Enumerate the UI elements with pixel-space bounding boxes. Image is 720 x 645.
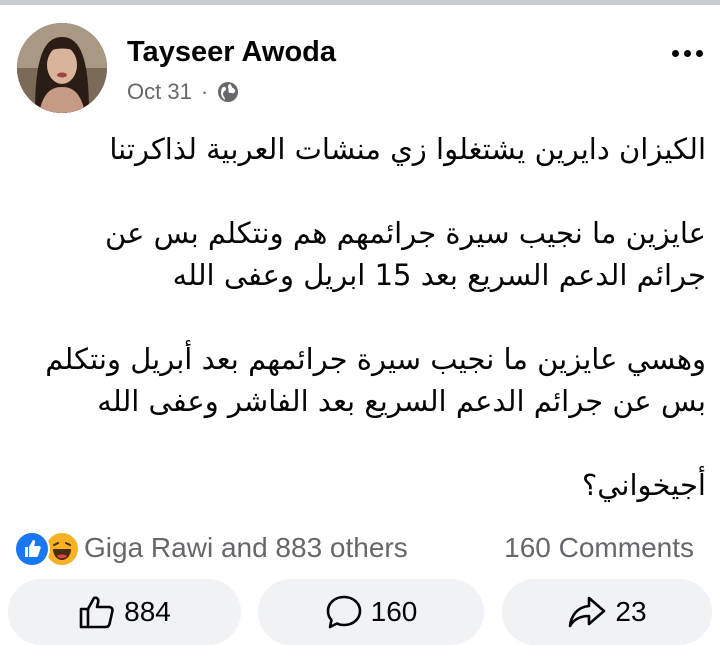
- globe-icon: [217, 81, 239, 103]
- reaction-summary-text: Giga Rawi and 883 others: [84, 532, 408, 563]
- like-button[interactable]: 884: [8, 579, 241, 645]
- post-options-button[interactable]: [662, 40, 712, 66]
- post-line: جرائم الدعم السريع بعد 15 ابريل وعفى الل…: [172, 258, 706, 292]
- more-dot: [683, 49, 691, 57]
- avatar-image: [17, 23, 107, 113]
- share-count: 23: [615, 596, 647, 627]
- author-avatar[interactable]: [17, 23, 107, 113]
- author-name[interactable]: Tayseer Awoda: [127, 36, 336, 69]
- more-dot: [695, 49, 703, 57]
- like-count: 884: [124, 596, 171, 627]
- top-divider: [0, 0, 720, 5]
- post-line: بس عن جرائم الدعم السريع بعد الفاشر وعفى…: [97, 384, 706, 418]
- post-date[interactable]: Oct 31: [127, 79, 192, 105]
- post-line: أجيخواني؟: [581, 468, 706, 502]
- comment-button[interactable]: 160: [258, 579, 484, 645]
- like-reaction-icon: [14, 531, 50, 567]
- more-dot: [671, 49, 679, 57]
- reaction-summary[interactable]: Giga Rawi and 883 others: [14, 530, 408, 567]
- thumbs-up-icon: [78, 594, 116, 630]
- post-line: الكيزان دايرين يشتغلوا زي منشات العربية …: [109, 132, 706, 166]
- share-arrow-icon: [567, 594, 607, 630]
- post-line: عايزين ما نجيب سيرة جرائمهم هم ونتكلم بس…: [105, 216, 706, 250]
- post-body: الكيزان دايرين يشتغلوا زي منشات العربية …: [6, 128, 706, 506]
- post-meta: Oct 31 ·: [127, 78, 239, 106]
- comments-count-link[interactable]: 160 Comments: [504, 530, 694, 566]
- meta-separator: ·: [200, 79, 209, 104]
- comment-count: 160: [370, 596, 418, 627]
- post-line: وهسي عايزين ما نجيب سيرة جرائمهم بعد أبر…: [45, 342, 706, 376]
- comment-bubble-icon: [325, 594, 363, 630]
- share-button[interactable]: 23: [502, 579, 712, 645]
- reaction-icons: [14, 531, 84, 567]
